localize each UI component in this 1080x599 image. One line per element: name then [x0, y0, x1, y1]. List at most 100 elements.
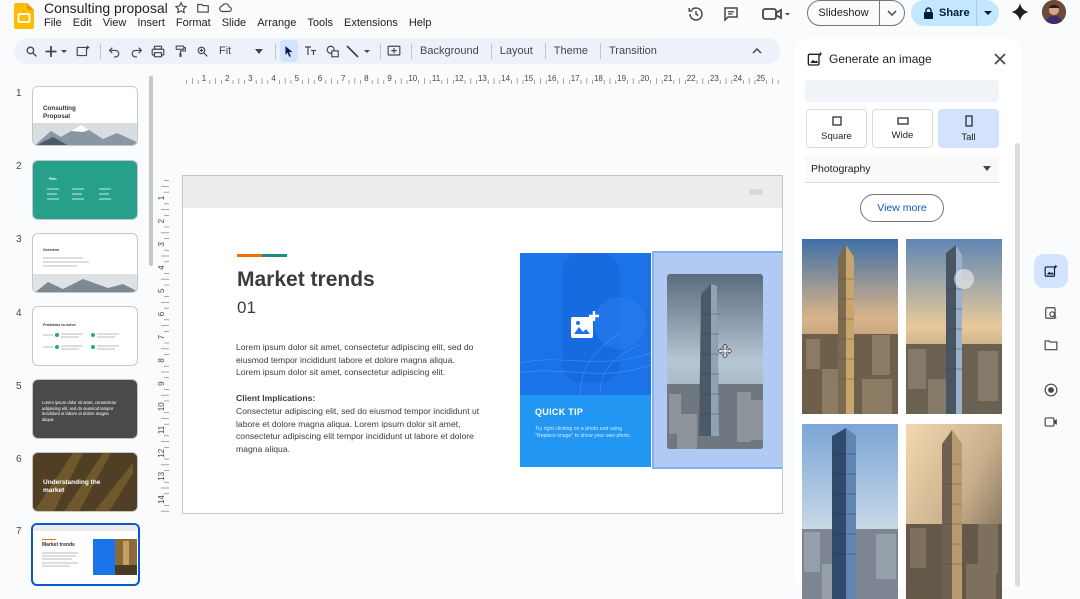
slide-canvas[interactable]: Market trends 01 Lorem ipsum dolor sit a… [182, 175, 783, 514]
add-comment-icon[interactable] [385, 40, 403, 62]
print-icon[interactable] [149, 40, 167, 62]
undo-icon[interactable] [105, 40, 123, 62]
slide-body-text[interactable]: Lorem ipsum dolor sit amet, consectetur … [236, 341, 480, 379]
close-icon[interactable] [992, 51, 1008, 67]
slideshow-dropdown-icon[interactable] [880, 10, 904, 16]
slides-logo-icon[interactable] [14, 3, 34, 29]
collapse-toolbar-icon[interactable] [748, 40, 766, 62]
tall-icon [964, 114, 973, 127]
theme-button[interactable]: Theme [550, 40, 592, 62]
slide-number: 4 [16, 308, 22, 319]
panel-scrollbar[interactable] [1015, 143, 1020, 587]
slide-number: 1 [16, 88, 22, 99]
gemini-icon[interactable] [1010, 2, 1030, 22]
menu-extensions[interactable]: Extensions [344, 17, 398, 29]
menu-tools[interactable]: Tools [307, 17, 333, 29]
shape-label: Wide [891, 129, 914, 141]
zoom-select[interactable]: Fit [215, 40, 267, 62]
slide-thumbnail-6[interactable]: Understanding the market [32, 452, 138, 512]
search-menus-icon[interactable] [22, 40, 40, 62]
shape-label: Square [821, 130, 852, 142]
share-dropdown-icon[interactable] [977, 10, 999, 16]
ruler-label: 12 [455, 74, 464, 83]
slide-thumbnail-2[interactable]: Plan [32, 160, 138, 220]
ruler-label: 9 [387, 74, 392, 83]
image-search-rail-icon[interactable] [1034, 296, 1068, 330]
move-folder-icon[interactable] [196, 1, 210, 15]
menu-format[interactable]: Format [176, 17, 211, 29]
share-label: Share [939, 7, 970, 19]
paint-format-icon[interactable] [171, 40, 189, 62]
view-more-button[interactable]: View more [860, 194, 944, 222]
generated-image-4[interactable] [906, 424, 1002, 599]
slide-thumbnail-5[interactable]: Lorem ipsum dolor sit amet, consectetur … [32, 379, 138, 439]
layout-button[interactable]: Layout [496, 40, 537, 62]
filmstrip-scrollbar[interactable] [149, 76, 153, 266]
shape-wide-button[interactable]: Wide [872, 109, 933, 148]
new-slide-icon[interactable] [44, 40, 70, 62]
menu-view[interactable]: View [103, 17, 127, 29]
slide-number: 3 [16, 234, 22, 245]
slideshow-label[interactable]: Slideshow [808, 1, 880, 25]
vertical-ruler[interactable]: 1234567891011121314 [155, 176, 169, 516]
slide-body-text-2[interactable]: Consectetur adipiscing elit, sed do eius… [236, 405, 480, 455]
line-tool-icon[interactable] [346, 40, 372, 62]
image-insert-icon[interactable] [324, 40, 342, 62]
menu-help[interactable]: Help [409, 17, 432, 29]
shape-tall-button[interactable]: Tall [938, 109, 999, 148]
slide-subheading[interactable]: Client Implications: [236, 393, 315, 403]
folder-rail-icon[interactable] [1034, 328, 1068, 362]
slideshow-button[interactable]: Slideshow [807, 0, 905, 26]
star-icon[interactable] [174, 1, 188, 15]
wide-icon [896, 116, 909, 125]
meet-video-icon[interactable] [760, 4, 792, 24]
title-actions [174, 1, 233, 15]
share-main[interactable]: Share [911, 0, 977, 26]
record-rail-icon[interactable] [1034, 373, 1068, 407]
slide-thumbnail-7[interactable]: Market trends [31, 523, 140, 586]
landscape-image [33, 274, 137, 292]
account-avatar[interactable] [1042, 0, 1066, 24]
slide-number: 6 [16, 454, 22, 465]
document-title[interactable]: Consulting proposal [44, 0, 168, 16]
shape-square-button[interactable]: Square [806, 109, 867, 148]
slide-thumbnail-1[interactable]: Consulting Proposal [32, 86, 138, 146]
slide-section-number[interactable]: 01 [237, 298, 256, 318]
video-rail-icon[interactable] [1034, 405, 1068, 439]
quick-tip-box[interactable]: QUICK TIP Try right clicking on a photo … [520, 395, 651, 467]
ruler-label: 6 [318, 74, 323, 83]
new-slide-layout-icon[interactable] [74, 40, 92, 62]
zoom-icon[interactable] [193, 40, 211, 62]
transition-button[interactable]: Transition [605, 40, 661, 62]
generated-image-1[interactable] [802, 239, 898, 414]
generated-image-3[interactable] [802, 424, 898, 599]
share-button[interactable]: Share [911, 0, 999, 26]
overview-lines [43, 257, 89, 267]
select-tool-icon[interactable] [280, 40, 298, 62]
lock-icon [923, 7, 934, 19]
style-select[interactable]: Photography [805, 155, 999, 183]
menu-arrange[interactable]: Arrange [257, 17, 296, 29]
slide-thumbnail-3[interactable]: Overview [32, 233, 138, 293]
generated-image-2[interactable] [906, 239, 1002, 414]
slide-title[interactable]: Market trends [237, 268, 375, 292]
slide-header-band [183, 176, 782, 208]
ruler-label: 17 [571, 74, 580, 83]
generate-image-rail-icon[interactable] [1034, 254, 1068, 288]
plan-lines [47, 188, 111, 200]
cloud-saved-icon[interactable] [218, 1, 233, 15]
menu-slide[interactable]: Slide [222, 17, 246, 29]
horizontal-ruler[interactable]: 1 2 3 4 5 6 7 8 9 10 11 12 13 14 15 16 17 18 19 20 21 22 23 24 2… [182, 72, 782, 84]
version-history-icon[interactable] [686, 4, 706, 24]
slide-thumbnail-4[interactable]: Problems to solve [32, 306, 138, 366]
menu-insert[interactable]: Insert [137, 17, 165, 29]
comments-icon[interactable] [721, 4, 741, 24]
text-box-icon[interactable] [302, 40, 320, 62]
skyscraper-photo[interactable] [667, 274, 763, 449]
background-button[interactable]: Background [416, 40, 483, 62]
prompt-input[interactable] [805, 80, 999, 102]
menu-file[interactable]: File [44, 17, 62, 29]
dropdown-arrow-icon [983, 166, 991, 171]
menu-edit[interactable]: Edit [73, 17, 92, 29]
redo-icon[interactable] [127, 40, 145, 62]
